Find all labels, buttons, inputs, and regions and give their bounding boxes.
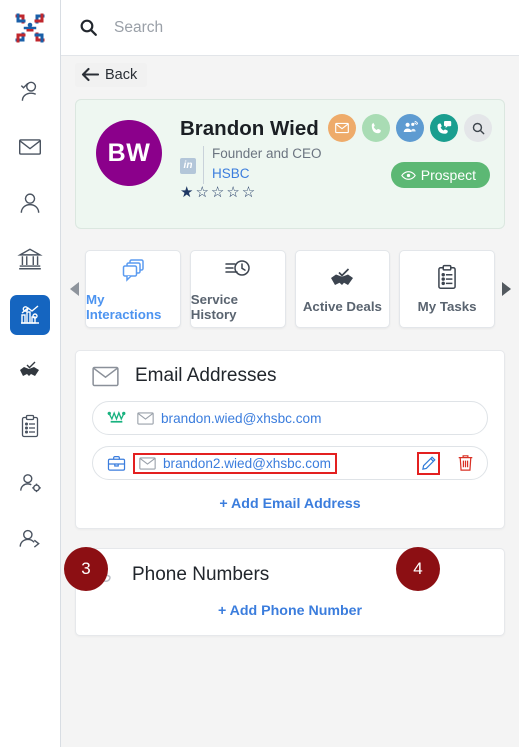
tab-label: Active Deals (302, 299, 382, 314)
avatar: BW (96, 120, 162, 186)
user-icon (20, 193, 40, 213)
tab-my-interactions[interactable]: My Interactions (85, 250, 181, 328)
contact-company-link[interactable]: HSBC (212, 164, 322, 184)
user-gear-icon (20, 474, 41, 493)
envelope-icon (139, 456, 156, 470)
sidebar-item-contacts-verify[interactable] (10, 71, 50, 111)
arrow-left-icon (81, 67, 99, 82)
linkedin-icon[interactable]: in (180, 157, 196, 174)
section-title: Email Addresses (135, 365, 277, 386)
sidebar-item-user-transfer[interactable] (10, 519, 50, 559)
search-input[interactable] (114, 18, 444, 37)
phone-numbers-section: Phone Numbers + Add Phone Number (75, 548, 505, 636)
tab-service-history[interactable]: Service History (189, 250, 286, 328)
sidebar-item-user-settings[interactable] (10, 463, 50, 503)
sidebar-item-institutions[interactable] (10, 239, 50, 279)
tab-active-deals[interactable]: Active Deals (294, 250, 391, 328)
content-scroll-area: Back BW Brandon Wied in Founder and CEO … (61, 56, 519, 747)
left-sidebar (0, 0, 61, 747)
add-email-address-link[interactable]: + Add Email Address (92, 496, 488, 512)
sidebar-nav (0, 56, 60, 575)
history-clock-icon (224, 259, 250, 276)
status-badge[interactable]: Prospect (390, 162, 490, 188)
tab-label: My Interactions (86, 291, 162, 322)
clipboard-list-icon (21, 414, 39, 438)
top-search-bar (61, 0, 519, 56)
tabs-next-arrow[interactable] (497, 281, 515, 297)
email-address-text: brandon2.wied@xhsbc.com (163, 455, 331, 471)
back-label: Back (105, 66, 138, 83)
tabs-carousel: My Interactions Service History Active D… (61, 247, 519, 331)
email-row[interactable]: brandon2.wied@xhsbc.com (92, 446, 488, 480)
email-row-actions (417, 451, 477, 475)
analytics-gears-icon (21, 305, 39, 324)
back-bar: Back (61, 56, 519, 93)
sidebar-item-tasks[interactable] (10, 407, 50, 447)
rating-stars[interactable]: ★☆☆☆☆ (180, 185, 322, 202)
envelope-icon (335, 122, 349, 134)
sidebar-item-mail[interactable] (10, 127, 50, 167)
contact-action-icons (328, 114, 492, 142)
annotation-badge-3: 3 (64, 547, 108, 591)
lookup-action[interactable] (464, 114, 492, 142)
contact-subrow: in Founder and CEO HSBC (180, 144, 322, 185)
trash-icon (458, 455, 473, 471)
sidebar-item-person[interactable] (10, 183, 50, 223)
chat-call-action[interactable] (430, 114, 458, 142)
divider (203, 145, 204, 185)
email-row[interactable]: brandon.wied@xhsbc.com (92, 401, 488, 435)
contact-info: Brandon Wied in Founder and CEO HSBC ★☆☆… (168, 112, 322, 216)
contact-name: Brandon Wied (180, 117, 319, 140)
app-root: Back BW Brandon Wied in Founder and CEO … (0, 0, 519, 747)
email-value-wrap: brandon.wied@xhsbc.com (133, 409, 325, 428)
call-action[interactable] (362, 114, 390, 142)
user-check-icon (20, 81, 37, 101)
phone-icon (371, 122, 381, 133)
group-call-icon (403, 120, 418, 132)
triangle-left-icon (69, 282, 79, 296)
handshake-check-icon (331, 268, 354, 285)
section-title: Phone Numbers (132, 564, 270, 585)
send-email-action[interactable] (328, 114, 356, 142)
tab-label: Service History (190, 291, 239, 322)
sidebar-item-analytics[interactable] (10, 295, 50, 335)
clipboard-list-icon (438, 264, 456, 289)
search-icon[interactable] (79, 18, 98, 37)
email-address-text: brandon.wied@xhsbc.com (161, 410, 322, 426)
search-icon (472, 122, 484, 134)
main-panel: Back BW Brandon Wied in Founder and CEO … (61, 0, 519, 747)
user-arrow-icon (19, 529, 40, 548)
tabs-prev-arrow[interactable] (65, 281, 83, 297)
triangle-right-icon (501, 282, 511, 296)
app-logo[interactable] (0, 0, 60, 56)
section-header: Email Addresses (92, 365, 488, 387)
tab-label: My Tasks (417, 299, 477, 314)
conference-call-action[interactable] (396, 114, 424, 142)
handshake-check-icon (20, 361, 39, 376)
briefcase-icon (107, 455, 133, 472)
pinwheel-logo-icon (15, 13, 45, 43)
phone-chat-icon (437, 120, 452, 134)
tab-my-tasks[interactable]: My Tasks (399, 250, 495, 328)
envelope-icon (92, 366, 119, 386)
contact-summary-card: BW Brandon Wied in Founder and CEO HSBC … (75, 99, 505, 229)
bank-icon (17, 248, 43, 270)
tabs-list: My Interactions Service History Active D… (83, 247, 497, 331)
envelope-icon (19, 139, 41, 155)
add-phone-number-link[interactable]: + Add Phone Number (92, 603, 488, 619)
contact-job-title: Founder and CEO (212, 145, 322, 161)
annotation-badge-4: 4 (396, 547, 440, 591)
email-value-wrap-highlighted[interactable]: brandon2.wied@xhsbc.com (133, 452, 337, 474)
status-badge-label: Prospect (420, 167, 476, 183)
pencil-icon (422, 455, 436, 470)
envelope-icon (137, 411, 154, 425)
sidebar-item-deals[interactable] (10, 351, 50, 391)
eye-icon (400, 170, 416, 180)
back-button[interactable]: Back (75, 62, 148, 87)
crown-icon (107, 410, 133, 426)
email-addresses-section: Email Addresses brandon.wied@xhsbc.com b… (75, 350, 505, 529)
edit-email-button[interactable] (417, 451, 440, 475)
chat-stack-icon (122, 258, 144, 282)
delete-email-button[interactable] (454, 451, 477, 475)
